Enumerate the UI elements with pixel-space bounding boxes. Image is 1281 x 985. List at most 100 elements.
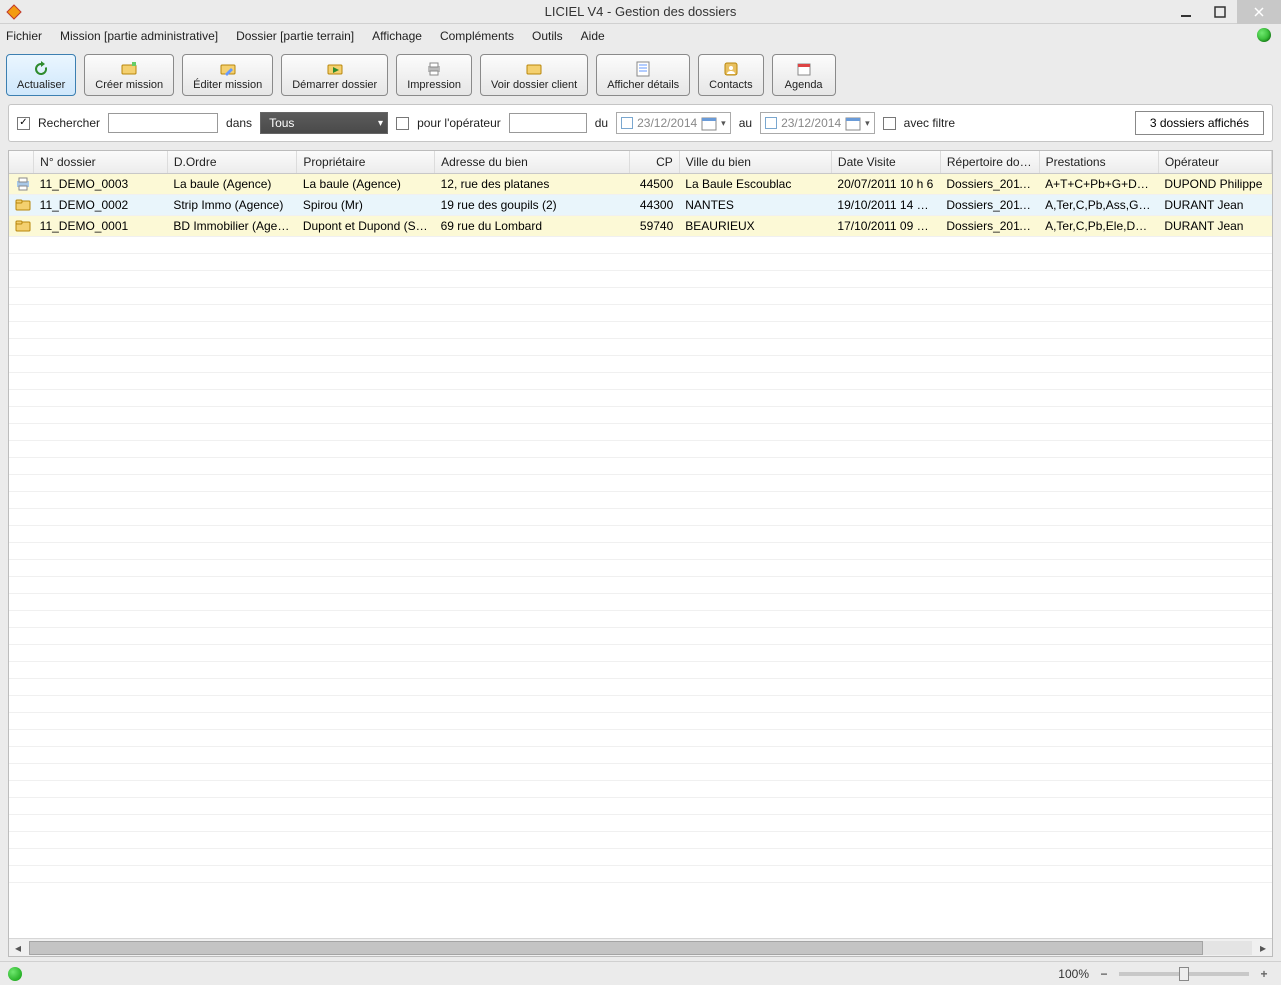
menu-fichier[interactable]: Fichier — [6, 29, 42, 43]
table-row — [9, 287, 1272, 304]
cell-ville: La Baule Escoublac — [679, 173, 831, 194]
cell-num: 11_DEMO_0003 — [34, 173, 168, 194]
col-prestations[interactable]: Prestations — [1039, 151, 1158, 173]
rechercher-label: Rechercher — [38, 116, 100, 130]
details-icon — [635, 61, 651, 77]
table-row — [9, 848, 1272, 865]
rechercher-checkbox[interactable] — [17, 117, 30, 130]
col-operateur[interactable]: Opérateur — [1158, 151, 1271, 173]
zoom-slider[interactable] — [1119, 972, 1249, 976]
menu-outils[interactable]: Outils — [532, 29, 563, 43]
cell-proprietaire: Dupont et Dupond (SA... — [297, 215, 435, 236]
agenda-label: Agenda — [785, 79, 823, 91]
status-indicator-icon — [8, 967, 22, 981]
close-button[interactable] — [1237, 0, 1281, 24]
contacts-icon — [723, 61, 739, 77]
col-adresse[interactable]: Adresse du bien — [435, 151, 630, 173]
table-row — [9, 406, 1272, 423]
cell-dordre: Strip Immo (Agence) — [167, 194, 297, 215]
du-label: du — [595, 116, 608, 130]
table-row — [9, 678, 1272, 695]
cell-repertoire: Dossiers_2011\... — [940, 194, 1039, 215]
afficher-details-button[interactable]: Afficher détails — [596, 54, 690, 96]
horizontal-scrollbar[interactable]: ◂ ▸ — [9, 938, 1272, 956]
scroll-thumb[interactable] — [29, 941, 1203, 955]
contacts-label: Contacts — [709, 79, 752, 91]
voir-dossier-client-label: Voir dossier client — [491, 79, 577, 91]
col-ville[interactable]: Ville du bien — [679, 151, 831, 173]
cell-dordre: BD Immobilier (Agen... — [167, 215, 297, 236]
table-row — [9, 525, 1272, 542]
table-row — [9, 491, 1272, 508]
scroll-track[interactable] — [29, 941, 1252, 955]
table-row — [9, 440, 1272, 457]
toolbar: Actualiser Créer mission Éditer mission … — [0, 48, 1281, 100]
cell-proprietaire: La baule (Agence) — [297, 173, 435, 194]
search-input[interactable] — [108, 113, 218, 133]
table-row — [9, 610, 1272, 627]
menu-aide[interactable]: Aide — [581, 29, 605, 43]
app-icon — [6, 4, 22, 20]
table-row — [9, 372, 1272, 389]
col-cp[interactable]: CP — [630, 151, 679, 173]
menu-mission[interactable]: Mission [partie administrative] — [60, 29, 218, 43]
window-title: LICIEL V4 - Gestion des dossiers — [545, 4, 737, 19]
impression-button[interactable]: Impression — [396, 54, 472, 96]
zoom-value: 100% — [1058, 967, 1089, 981]
demarrer-dossier-button[interactable]: Démarrer dossier — [281, 54, 388, 96]
date-from-checkbox[interactable] — [621, 117, 633, 129]
cell-ville: BEAURIEUX — [679, 215, 831, 236]
scroll-left-arrow-icon[interactable]: ◂ — [9, 939, 27, 957]
creer-mission-button[interactable]: Créer mission — [84, 54, 174, 96]
voir-dossier-client-button[interactable]: Voir dossier client — [480, 54, 588, 96]
menu-complements[interactable]: Compléments — [440, 29, 514, 43]
pour-operateur-checkbox[interactable] — [396, 117, 409, 130]
editer-mission-label: Éditer mission — [193, 79, 262, 91]
date-from-picker[interactable]: 23/12/2014 ▾ — [616, 112, 731, 134]
table-row[interactable]: 11_DEMO_0001BD Immobilier (Agen...Dupont… — [9, 215, 1272, 236]
col-icon[interactable] — [9, 151, 34, 173]
zoom-control: 100% − + — [1058, 967, 1271, 981]
table-row — [9, 729, 1272, 746]
col-num[interactable]: N° dossier — [34, 151, 168, 173]
filterbar: Rechercher dans Tous ▾ pour l'opérateur … — [8, 104, 1273, 142]
col-dordre[interactable]: D.Ordre — [167, 151, 297, 173]
cell-repertoire: Dossiers_2011\... — [940, 215, 1039, 236]
table-row[interactable]: 11_DEMO_0003La baule (Agence)La baule (A… — [9, 173, 1272, 194]
menu-dossier[interactable]: Dossier [partie terrain] — [236, 29, 354, 43]
zoom-thumb[interactable] — [1179, 967, 1189, 981]
cell-adresse: 19 rue des goupils (2) — [435, 194, 630, 215]
date-to-checkbox[interactable] — [765, 117, 777, 129]
chevron-down-icon: ▾ — [378, 118, 383, 129]
table-row[interactable]: 11_DEMO_0002Strip Immo (Agence)Spirou (M… — [9, 194, 1272, 215]
table-row — [9, 457, 1272, 474]
new-mission-icon — [121, 61, 137, 77]
actualiser-button[interactable]: Actualiser — [6, 54, 76, 96]
minimize-button[interactable] — [1169, 0, 1203, 24]
cell-prestations: A,Ter,C,Pb,Ass,Gaz,... — [1039, 194, 1158, 215]
calendar-icon — [845, 115, 861, 131]
table-row — [9, 644, 1272, 661]
cell-cp: 44500 — [630, 173, 679, 194]
dans-combo[interactable]: Tous ▾ — [260, 112, 388, 134]
cell-operateur: DURANT Jean — [1158, 215, 1271, 236]
table-row — [9, 338, 1272, 355]
editer-mission-button[interactable]: Éditer mission — [182, 54, 273, 96]
agenda-button[interactable]: Agenda — [772, 54, 836, 96]
zoom-out-button[interactable]: − — [1097, 967, 1111, 981]
zoom-in-button[interactable]: + — [1257, 967, 1271, 981]
col-proprietaire[interactable]: Propriétaire — [297, 151, 435, 173]
dans-value: Tous — [269, 116, 294, 130]
au-label: au — [739, 116, 752, 130]
col-repertoire[interactable]: Répertoire dos... — [940, 151, 1039, 173]
dossiers-count-button[interactable]: 3 dossiers affichés — [1135, 111, 1264, 135]
avec-filtre-checkbox[interactable] — [883, 117, 896, 130]
col-date-visite[interactable]: Date Visite — [831, 151, 940, 173]
chevron-down-icon: ▾ — [721, 118, 726, 129]
scroll-right-arrow-icon[interactable]: ▸ — [1254, 939, 1272, 957]
date-to-picker[interactable]: 23/12/2014 ▾ — [760, 112, 875, 134]
contacts-button[interactable]: Contacts — [698, 54, 763, 96]
menu-affichage[interactable]: Affichage — [372, 29, 422, 43]
maximize-button[interactable] — [1203, 0, 1237, 24]
operateur-input[interactable] — [509, 113, 587, 133]
